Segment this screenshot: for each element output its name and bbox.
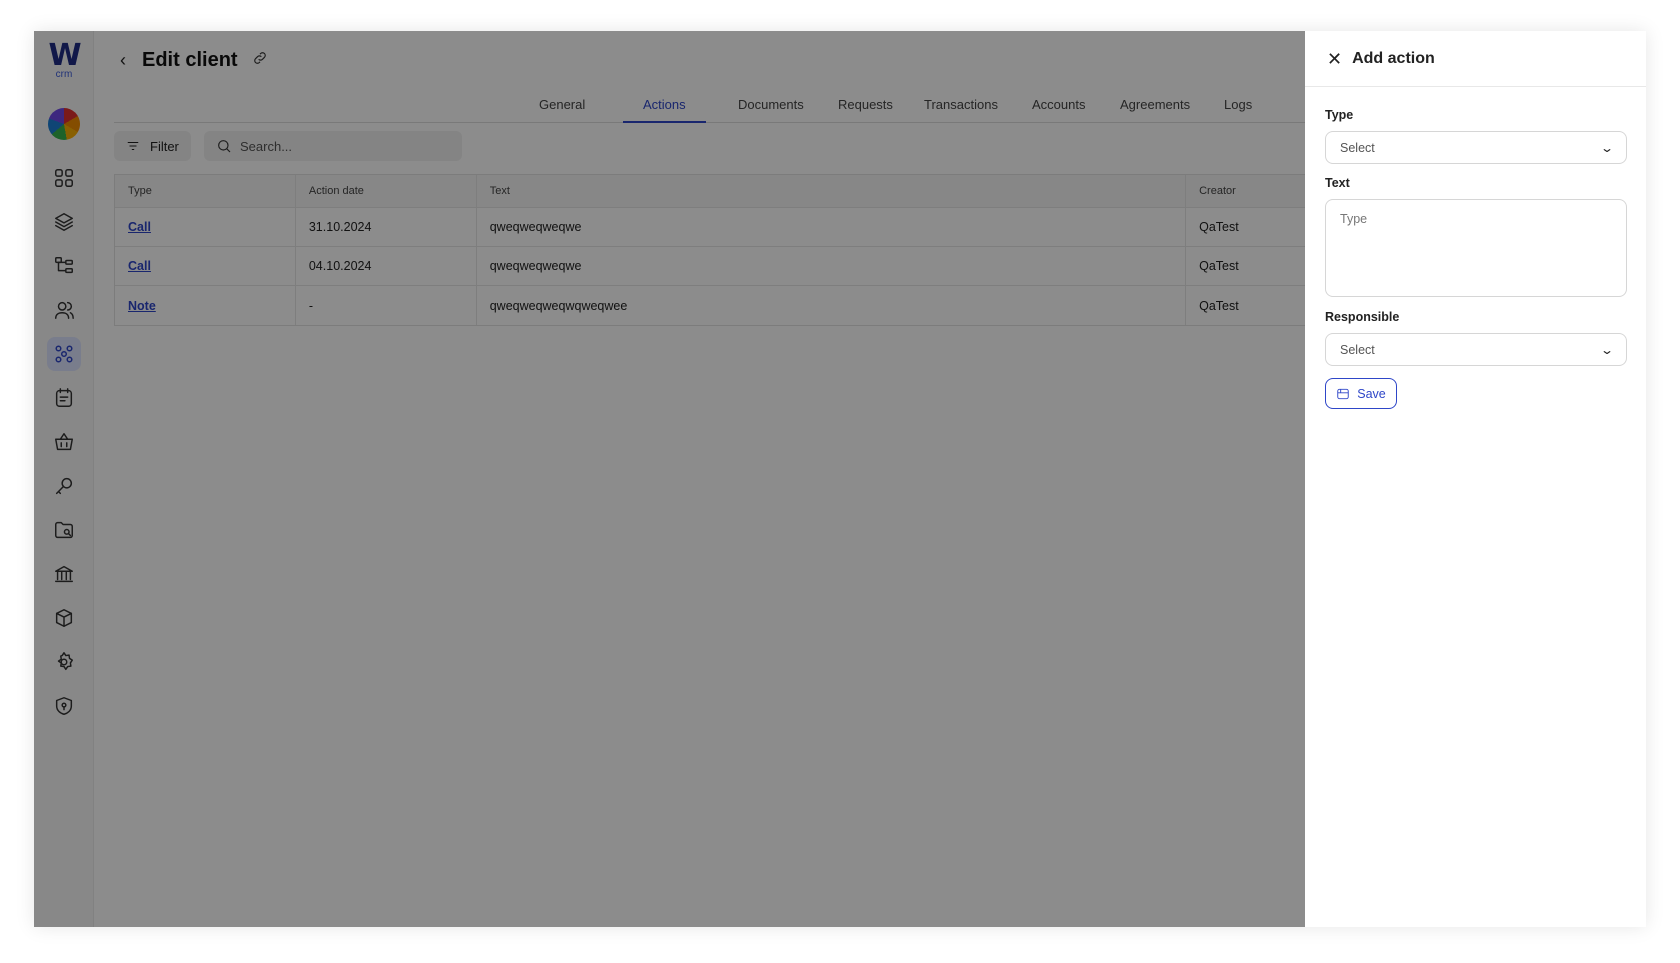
chevron-down-icon: ⌄ (1599, 140, 1615, 155)
type-select-value: Select (1340, 140, 1375, 155)
responsible-select[interactable]: Select ⌄ (1325, 333, 1627, 366)
save-label: Save (1357, 386, 1386, 401)
save-icon (1337, 388, 1349, 399)
text-label: Text (1325, 176, 1350, 190)
chevron-down-icon: ⌄ (1599, 342, 1615, 357)
text-field[interactable] (1325, 199, 1627, 297)
app-window: W crm ‹ Edit client General Actions Docu… (34, 31, 1646, 927)
type-label: Type (1325, 108, 1354, 122)
modal-backdrop[interactable] (34, 31, 1305, 927)
add-action-panel: ✕ Add action Type Select ⌄ Text Responsi… (1305, 31, 1646, 927)
type-select[interactable]: Select ⌄ (1325, 131, 1627, 164)
panel-title: Add action (1352, 49, 1435, 67)
close-icon[interactable]: ✕ (1327, 50, 1342, 68)
panel-header: ✕ Add action (1305, 31, 1646, 87)
save-button[interactable]: Save (1325, 378, 1397, 409)
responsible-label: Responsible (1325, 310, 1400, 324)
responsible-select-value: Select (1340, 342, 1375, 357)
